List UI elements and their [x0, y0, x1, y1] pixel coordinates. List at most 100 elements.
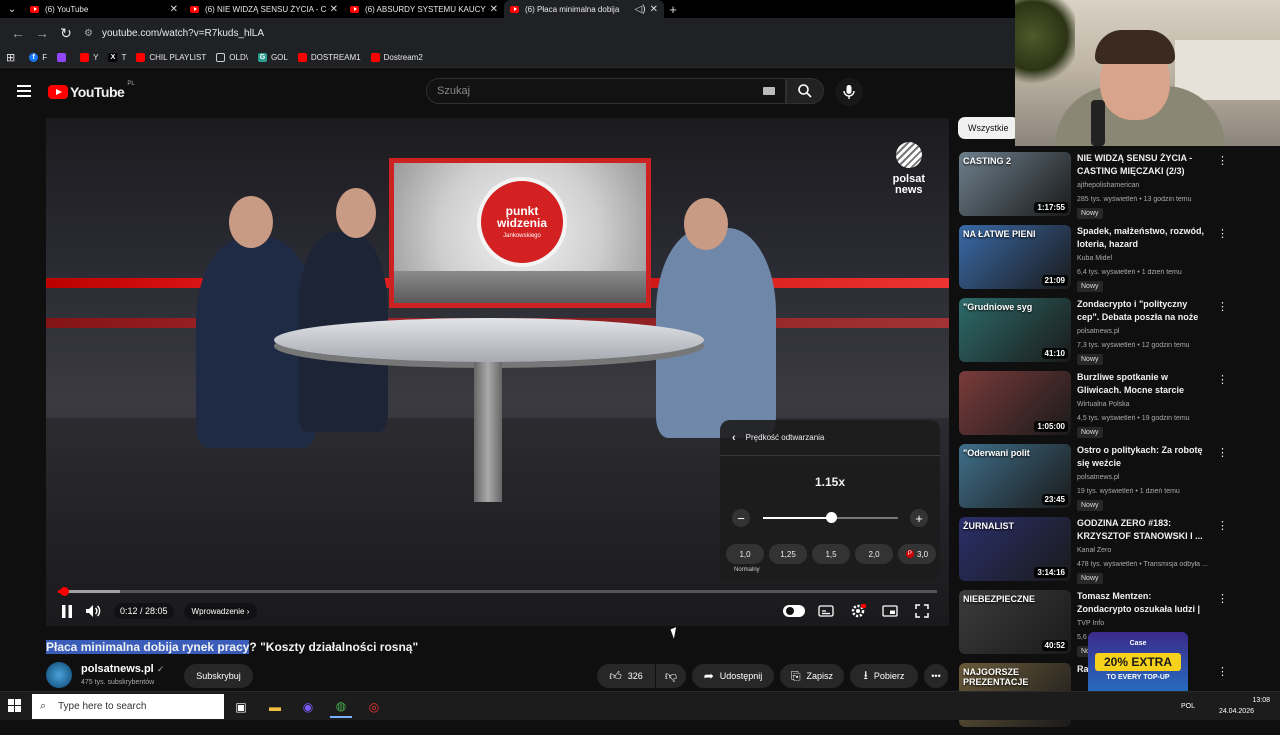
recommendation-item[interactable]: 1:05:00 Burzliwe spotkanie w Gliwicach. M…: [959, 371, 1228, 443]
tab-search-button[interactable]: ⌄: [0, 0, 24, 18]
browser-tab[interactable]: (6) NIE WIDZĄ SENSU ŻYCIA - C ✕: [184, 0, 344, 18]
apps-icon[interactable]: ⊞: [6, 51, 15, 64]
video-thumbnail[interactable]: "Grudniowe syg 41:10: [959, 298, 1071, 362]
autoplay-toggle[interactable]: [781, 598, 807, 624]
more-vert-icon[interactable]: ⋮: [1217, 446, 1228, 459]
menu-icon[interactable]: [17, 85, 31, 97]
windows-start-button[interactable]: [8, 699, 22, 713]
channel-name[interactable]: polsatnews.pl ✓: [81, 663, 164, 675]
more-vert-icon[interactable]: ⋮: [1217, 300, 1228, 313]
new-tab-button[interactable]: +: [664, 0, 682, 18]
video-thumbnail[interactable]: "Oderwani polit 23:45: [959, 444, 1071, 508]
share-button[interactable]: ➦ Udostępnij: [692, 664, 774, 688]
browser-tab[interactable]: (6) YouTube ✕: [24, 0, 184, 18]
chapter-button[interactable]: Wprowadzenie ›: [183, 602, 258, 620]
settings-button[interactable]: [845, 598, 871, 624]
speaker-icon[interactable]: ◁): [635, 4, 646, 15]
speed-preset[interactable]: 1,5: [812, 544, 850, 564]
bookmark-t[interactable]: XT: [108, 53, 126, 62]
close-tab-icon[interactable]: ✕: [330, 4, 338, 15]
speed-preset[interactable]: 1,25: [769, 544, 807, 564]
close-tab-icon[interactable]: ✕: [650, 4, 658, 15]
recommendation-title[interactable]: NIE WIDZĄ SENSU ŻYCIA - CASTING MIĘCZAKI…: [1077, 152, 1207, 178]
recommendation-channel[interactable]: Wirtualna Polska: [1077, 401, 1130, 408]
more-vert-icon[interactable]: ⋮: [1217, 373, 1228, 386]
address-bar[interactable]: ⚙ youtube.com/watch?v=R7kuds_hlLA: [84, 22, 984, 44]
close-tab-icon[interactable]: ✕: [170, 4, 178, 15]
recommendation-title[interactable]: Zondacrypto i "polityczny cep". Debata p…: [1077, 298, 1207, 324]
recommendation-title[interactable]: Burzliwe spotkanie w Gliwicach. Mocne st…: [1077, 371, 1207, 398]
more-vert-icon[interactable]: ⋮: [1217, 154, 1228, 167]
dislike-button[interactable]: 👎︎: [656, 664, 686, 688]
clock-date[interactable]: 24.04.2026: [1219, 706, 1254, 717]
back-button[interactable]: ←: [6, 21, 30, 45]
bookmark-f[interactable]: fF: [29, 53, 47, 62]
chevron-left-icon[interactable]: ‹: [732, 432, 736, 444]
voice-search-button[interactable]: [835, 78, 863, 106]
bookmark-gol[interactable]: G GOL: [257, 53, 288, 62]
chrome-icon[interactable]: ◍: [330, 696, 352, 718]
browser-tab[interactable]: (6) ABSURDY SYSTEMU KAUCY ✕: [344, 0, 504, 18]
recommendation-channel[interactable]: ajthepolishamerican: [1077, 182, 1139, 189]
video-player[interactable]: punkt widzenia Jankowskiego polsat news …: [46, 118, 949, 626]
search-button[interactable]: [786, 78, 824, 104]
close-tab-icon[interactable]: ✕: [490, 4, 498, 15]
keyboard-icon[interactable]: [763, 87, 775, 95]
filter-chip-all[interactable]: Wszystkie: [958, 117, 1019, 139]
volume-button[interactable]: [80, 598, 106, 624]
decrease-speed-button[interactable]: −: [732, 509, 750, 527]
video-thumbnail[interactable]: NA ŁATWE PIENI 21:09: [959, 225, 1071, 289]
recommendation-channel[interactable]: TVP Info: [1077, 620, 1104, 627]
speed-slider[interactable]: [763, 512, 898, 523]
reload-button[interactable]: ↻: [54, 21, 78, 45]
recommendation-title[interactable]: GODZINA ZERO #183: KRZYSZTOF STANOWSKI I…: [1077, 517, 1207, 543]
recommendation-item[interactable]: "Oderwani polit 23:45 Ostro o politykach: …: [959, 444, 1228, 516]
more-vert-icon[interactable]: ⋮: [1217, 227, 1228, 240]
recommendation-title[interactable]: Tomasz Mentzen: Zondacrypto oszukała lud…: [1077, 590, 1207, 617]
recommendation-item[interactable]: ŻURNALIST 3:14:16 GODZINA ZERO #183: KRZYS…: [959, 517, 1228, 589]
channel-avatar[interactable]: [46, 662, 72, 688]
speed-preset[interactable]: 2,0: [855, 544, 893, 564]
obs-icon[interactable]: ◎: [363, 696, 385, 718]
fullscreen-button[interactable]: [909, 598, 935, 624]
bookmark-y[interactable]: Y: [80, 53, 98, 62]
recommendation-title[interactable]: Ostro o politykach: Za robotę się weźcie: [1077, 444, 1207, 470]
recommendation-channel[interactable]: Kuba Midel: [1077, 255, 1112, 262]
discord-icon[interactable]: ◉: [297, 696, 319, 718]
more-actions-button[interactable]: •••: [924, 664, 948, 688]
subtitles-button[interactable]: [813, 598, 839, 624]
video-thumbnail[interactable]: NIEBEZPIECZNE 40:52: [959, 590, 1071, 654]
browser-tab-active[interactable]: (6) Płaca minimalna dobija ◁) ✕: [504, 0, 664, 18]
recommendation-title[interactable]: Spadek, małżeństwo, rozwód, loteria, haz…: [1077, 225, 1207, 251]
search-input[interactable]: Szukaj: [426, 78, 786, 104]
clock-time[interactable]: 13:08: [1219, 695, 1270, 706]
recommendation-channel[interactable]: Kanał Zero: [1077, 547, 1111, 554]
bookmark-dostream1[interactable]: DOSTREAM1: [297, 53, 361, 62]
speed-preset[interactable]: 1,0: [726, 544, 764, 564]
save-button[interactable]: ⎘ Zapisz: [780, 664, 844, 688]
recommendation-channel[interactable]: polsatnews.pl: [1077, 328, 1119, 335]
speed-slider-handle[interactable]: [825, 512, 837, 523]
youtube-logo[interactable]: YouTube PL: [48, 81, 135, 100]
more-vert-icon[interactable]: ⋮: [1217, 592, 1228, 605]
like-button[interactable]: 👍︎ 326: [597, 664, 655, 688]
forward-button[interactable]: →: [30, 21, 54, 45]
site-info-icon[interactable]: ⚙: [84, 28, 102, 39]
more-vert-icon[interactable]: ⋮: [1217, 665, 1228, 678]
recommendation-item[interactable]: "Grudniowe syg 41:10 Zondacrypto i "polity…: [959, 298, 1228, 370]
bookmark-twitch[interactable]: [57, 53, 70, 62]
video-thumbnail[interactable]: 1:05:00: [959, 371, 1071, 435]
video-thumbnail[interactable]: CASTING 2 1:17:55: [959, 152, 1071, 216]
task-view-icon[interactable]: ▣: [230, 696, 252, 718]
miniplayer-button[interactable]: [877, 598, 903, 624]
language-indicator[interactable]: POL: [1181, 701, 1195, 712]
increase-speed-button[interactable]: +: [910, 509, 928, 527]
bookmark-chil-playlist[interactable]: CHIL PLAYLIST: [136, 53, 206, 62]
download-button[interactable]: ⭳ Pobierz: [850, 664, 918, 688]
pause-button[interactable]: [54, 598, 80, 624]
video-thumbnail[interactable]: ŻURNALIST 3:14:16: [959, 517, 1071, 581]
bookmark-old[interactable]: OLD\: [216, 53, 248, 62]
file-explorer-icon[interactable]: ▬: [264, 696, 286, 718]
recommendation-item[interactable]: NA ŁATWE PIENI 21:09 Spadek, małżeństwo, r…: [959, 225, 1228, 297]
more-vert-icon[interactable]: ⋮: [1217, 519, 1228, 532]
